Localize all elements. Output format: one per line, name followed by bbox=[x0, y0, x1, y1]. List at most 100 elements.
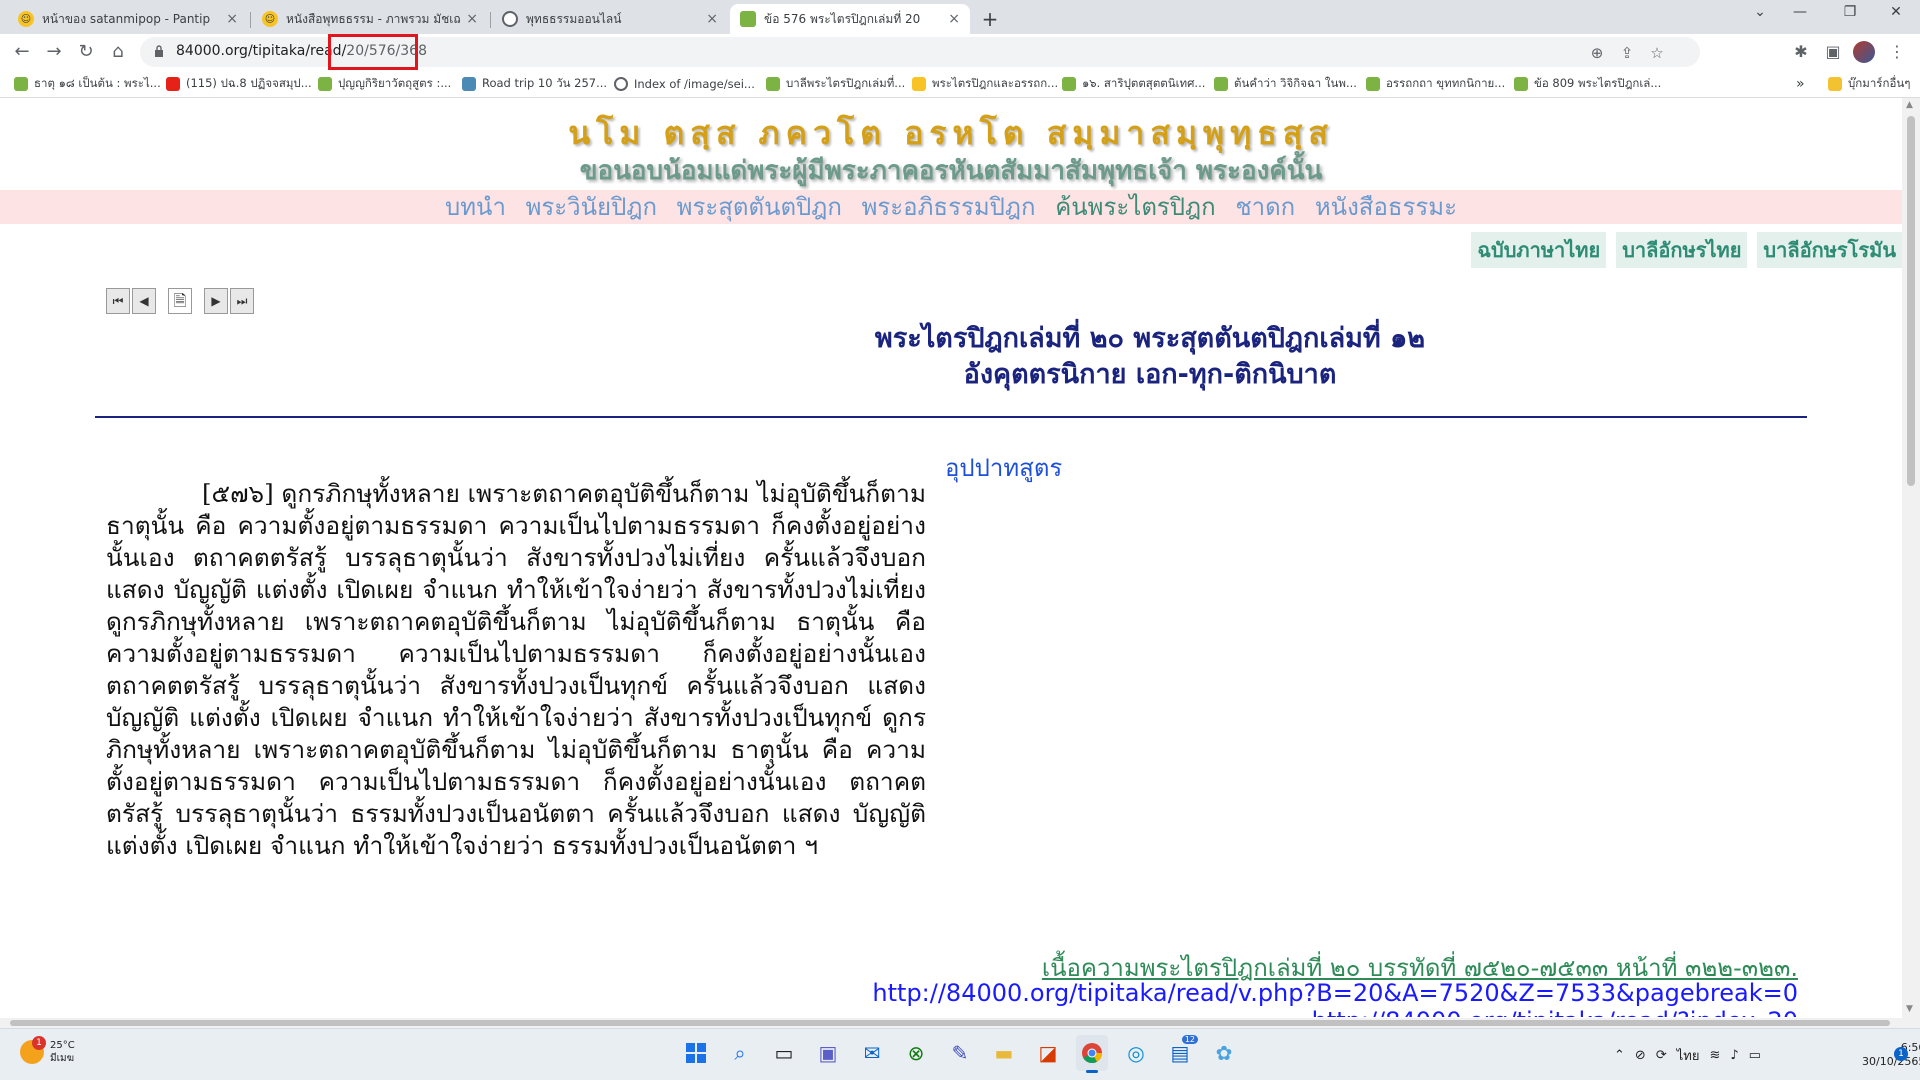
whiteboard-icon[interactable]: ✎ bbox=[944, 1035, 976, 1071]
weather-widget[interactable]: 1 25°C มีเมฆ bbox=[20, 1036, 75, 1065]
minimize-button[interactable]: — bbox=[1780, 4, 1820, 20]
close-icon[interactable]: × bbox=[226, 11, 238, 27]
task-view-icon[interactable]: ▭ bbox=[768, 1035, 800, 1071]
tipitaka-icon bbox=[1514, 77, 1528, 91]
lang-pali-roman-button[interactable]: บาลีอักษรโรมัน bbox=[1757, 232, 1902, 268]
pantip-icon bbox=[912, 77, 926, 91]
sync-icon[interactable]: ⟳ bbox=[1656, 1048, 1667, 1063]
reference-url[interactable]: http://84000.org/tipitaka/read/v.php?B=2… bbox=[872, 979, 1798, 1007]
tab-pantip-book[interactable]: ☺ หนังสือพุทธธรรม - ภาพรวม มัชเฌนธรรม × bbox=[252, 4, 488, 34]
office-icon[interactable]: ◪ bbox=[1032, 1035, 1064, 1071]
sutta-title: อุปปาทสูตร bbox=[945, 454, 1063, 482]
close-icon[interactable]: × bbox=[466, 11, 478, 27]
page-content: นโม ตสฺส ภควโต อรหโต สมฺมาสมฺพุทฺธสฺส ขอ… bbox=[0, 98, 1902, 1018]
bookmark-item[interactable]: อรรถกถา ขุททกนิกาย... bbox=[1366, 75, 1505, 93]
close-window-button[interactable]: ✕ bbox=[1876, 4, 1916, 20]
last-page-button[interactable]: ⏭ bbox=[230, 288, 254, 314]
horizontal-scrollbar[interactable] bbox=[0, 1018, 1920, 1028]
chrome-icon[interactable] bbox=[1076, 1035, 1108, 1073]
tab-buddhadhamma[interactable]: พุทธธรรมออนไลน์ × bbox=[492, 4, 728, 34]
close-icon[interactable]: × bbox=[948, 11, 960, 27]
paint-icon[interactable]: ✿ bbox=[1208, 1035, 1240, 1071]
close-icon[interactable]: × bbox=[706, 11, 718, 27]
notification-badge[interactable]: 1 bbox=[1894, 1047, 1908, 1061]
bookmark-label: บุ๊กมาร์กอื่นๆ bbox=[1848, 76, 1911, 90]
active-indicator bbox=[1086, 1070, 1098, 1073]
tab-strip: ☺ หน้าของ satanmipop - Pantip × ☺ หนังสื… bbox=[0, 0, 1920, 34]
extensions-icon[interactable]: ✱ bbox=[1790, 42, 1812, 61]
back-icon[interactable]: ← bbox=[10, 40, 34, 64]
restore-button[interactable]: ❐ bbox=[1830, 4, 1870, 20]
nav-intro[interactable]: บทนำ bbox=[445, 193, 506, 221]
nav-sutta[interactable]: พระสุตตันตปิฎก bbox=[677, 193, 842, 221]
prev-page-button[interactable]: ◀ bbox=[132, 288, 156, 314]
teams-badge: 12 bbox=[1181, 1035, 1198, 1044]
tray-overflow-icon[interactable]: ⌃ bbox=[1614, 1048, 1625, 1063]
tab-pantip-profile[interactable]: ☺ หน้าของ satanmipop - Pantip × bbox=[8, 4, 248, 34]
zoom-icon[interactable]: ⊕ bbox=[1587, 44, 1607, 62]
site-nav: บทนำ พระวินัยปิฎก พระสุตตันตปิฎก พระอภิธ… bbox=[0, 190, 1902, 224]
bookmark-item[interactable]: พระไตรปิฎกและอรรถก... bbox=[912, 75, 1058, 93]
reload-icon[interactable]: ↻ bbox=[74, 40, 98, 64]
share-icon[interactable]: ⇪ bbox=[1617, 44, 1637, 62]
side-panel-icon[interactable]: ▣ bbox=[1822, 42, 1844, 61]
scroll-down-icon[interactable]: ▼ bbox=[1906, 1004, 1913, 1014]
menu-icon[interactable]: ⋮ bbox=[1886, 42, 1908, 61]
search-icon[interactable]: ⌕ bbox=[724, 1035, 756, 1071]
nav-search[interactable]: ค้นพระไตรปิฎก bbox=[1055, 193, 1216, 221]
avatar[interactable] bbox=[1853, 41, 1875, 63]
weather-badge: 1 bbox=[32, 1036, 46, 1050]
scrollbar-thumb[interactable] bbox=[1907, 116, 1915, 486]
teams-icon[interactable]: ▤ 12 bbox=[1164, 1035, 1198, 1071]
tab-label: หนังสือพุทธธรรม - ภาพรวม มัชเฌนธรรม bbox=[286, 11, 461, 26]
scrollbar-thumb[interactable] bbox=[10, 1020, 1890, 1026]
bookmark-label: อรรถกถา ขุททกนิกาย... bbox=[1386, 76, 1506, 90]
pantip-icon: ☺ bbox=[18, 11, 34, 27]
clock[interactable]: 6:56 30/10/2565 bbox=[1862, 1041, 1920, 1069]
bookmark-item[interactable]: ธาตุ ๑๘ เป็นต้น : พระไ... bbox=[14, 75, 161, 93]
bookmark-item[interactable]: ข้อ 809 พระไตรปิฎกเล่... bbox=[1514, 75, 1661, 93]
mail-icon[interactable]: ✉ bbox=[856, 1035, 888, 1071]
tab-tipitaka-active[interactable]: ข้อ 576 พระไตรปิฎกเล่มที่ 20 × bbox=[730, 4, 970, 34]
bookmark-item[interactable]: ปุญญกิริยาวัตถุสูตร :... bbox=[318, 75, 451, 93]
bookmark-item[interactable]: บาลีพระไตรปิฎกเล่มที่... bbox=[766, 75, 905, 93]
bookmark-item[interactable]: ต้นคำว่า วิจิกิจฉา ในพ... bbox=[1214, 75, 1357, 93]
first-page-button[interactable]: ⏮ bbox=[106, 288, 130, 314]
file-explorer-icon[interactable]: ▬ bbox=[988, 1035, 1020, 1071]
bookmark-item[interactable]: (115) ปฉ.8 ปฏิจจสมุป... bbox=[166, 75, 312, 93]
next-page-button[interactable]: ▶ bbox=[204, 288, 228, 314]
start-icon[interactable] bbox=[680, 1035, 712, 1071]
teams-chat-icon[interactable]: ▣ bbox=[812, 1035, 844, 1071]
reference-url-2[interactable]: http://84000.org/tipitaka/read/?index_20 bbox=[1312, 1007, 1798, 1017]
security-icon[interactable]: ⊘ bbox=[1635, 1048, 1646, 1063]
bookmarks-overflow-button[interactable]: » bbox=[1796, 75, 1805, 93]
xbox-icon[interactable]: ⊗ bbox=[900, 1035, 932, 1071]
nav-jataka[interactable]: ชาดก bbox=[1235, 193, 1295, 221]
lang-pali-thai-button[interactable]: บาลีอักษรไทย bbox=[1616, 232, 1748, 268]
volume-icon[interactable]: ♪ bbox=[1730, 1048, 1738, 1063]
battery-icon[interactable]: ▭ bbox=[1749, 1048, 1761, 1063]
new-tab-button[interactable]: + bbox=[976, 6, 1004, 34]
tab-search-icon[interactable]: ⌄ bbox=[1740, 4, 1780, 20]
bookmarks-bar: ธาตุ ๑๘ เป็นต้น : พระไ... (115) ปฉ.8 ปฏิ… bbox=[0, 70, 1920, 98]
scroll-up-icon[interactable]: ▲ bbox=[1906, 100, 1913, 110]
bookmark-star-icon[interactable]: ☆ bbox=[1647, 44, 1667, 62]
wifi-icon[interactable]: ≋ bbox=[1709, 1048, 1720, 1063]
lang-thai-button[interactable]: ฉบับภาษาไทย bbox=[1471, 232, 1607, 268]
nav-abhidhamma[interactable]: พระอภิธรรมปิฎก bbox=[862, 193, 1036, 221]
tab-label: หน้าของ satanmipop - Pantip bbox=[42, 11, 211, 26]
edge-icon[interactable]: ◎ bbox=[1120, 1035, 1152, 1071]
bookmark-item[interactable]: ๑๖. สาริปุตตสุตตนิเทศ... bbox=[1062, 75, 1205, 93]
nav-books[interactable]: หนังสือธรรมะ bbox=[1315, 193, 1457, 221]
url-host: 84000.org/tipitaka/read/ bbox=[176, 43, 347, 59]
nav-vinaya[interactable]: พระวินัยปิฎก bbox=[526, 193, 657, 221]
home-icon[interactable]: ⌂ bbox=[106, 40, 130, 64]
ime-indicator[interactable]: ไทย bbox=[1677, 1045, 1700, 1066]
forward-icon[interactable]: → bbox=[42, 40, 66, 64]
bookmark-item[interactable]: Index of /image/sei... bbox=[614, 75, 755, 93]
bookmark-item[interactable]: Road trip 10 วัน 257... bbox=[462, 75, 607, 93]
vertical-scrollbar[interactable]: ▲ ▼ bbox=[1902, 98, 1920, 1018]
document-icon[interactable]: 🗎 bbox=[168, 288, 192, 314]
taskbar: 1 25°C มีเมฆ ⌕ ▭ ▣ ✉ ⊗ ✎ ▬ ◪ ◎ ▤ 12 ✿ ⌃ ⊘… bbox=[0, 1028, 1920, 1080]
other-bookmarks[interactable]: บุ๊กมาร์กอื่นๆ bbox=[1828, 75, 1910, 93]
